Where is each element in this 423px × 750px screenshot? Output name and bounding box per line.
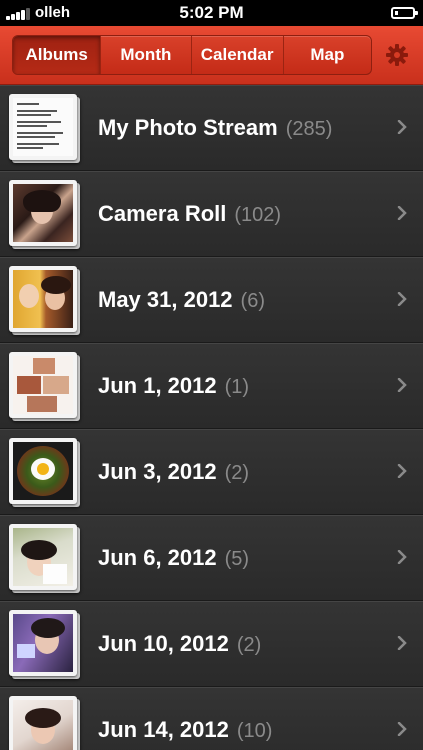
- album-count: (2): [236, 634, 262, 656]
- album-count: (10): [236, 720, 273, 742]
- album-thumbnail: [9, 524, 81, 593]
- photo-thumbnail-image: [13, 184, 73, 242]
- chevron-right-icon: [397, 464, 407, 478]
- chevron-right-icon: [397, 292, 407, 306]
- album-thumbnail: [9, 438, 81, 507]
- album-list: My Photo Stream (285) Camera Roll (102): [0, 85, 423, 750]
- chevron-right-icon: [397, 722, 407, 736]
- album-count: (5): [224, 548, 250, 570]
- album-row-may-31-2012[interactable]: May 31, 2012 (6): [0, 257, 423, 343]
- album-title: Jun 3, 2012: [98, 459, 217, 484]
- album-count: (6): [240, 290, 265, 312]
- view-segmented-control: Albums Month Calendar Map: [12, 35, 372, 75]
- chevron-right-icon: [397, 636, 407, 650]
- status-time: 5:02 PM: [179, 3, 244, 22]
- photo-thumbnail-image: [13, 528, 73, 586]
- photo-thumbnail-image: [13, 614, 73, 672]
- album-row-jun-3-2012[interactable]: Jun 3, 2012 (2): [0, 429, 423, 515]
- document-thumbnail-image: [13, 98, 73, 156]
- album-title: My Photo Stream: [98, 115, 278, 140]
- tab-month[interactable]: Month: [100, 36, 190, 74]
- album-thumbnail: [9, 610, 81, 679]
- gear-icon[interactable]: [385, 43, 409, 67]
- album-title: Jun 1, 2012: [98, 373, 217, 398]
- album-title: May 31, 2012: [98, 287, 233, 312]
- header: Albums Month Calendar Map: [0, 26, 423, 85]
- album-thumbnail: [9, 180, 81, 249]
- album-title: Jun 14, 2012: [98, 717, 229, 742]
- album-row-camera-roll[interactable]: Camera Roll (102): [0, 171, 423, 257]
- album-thumbnail: [9, 352, 81, 421]
- battery-level: [395, 11, 398, 15]
- album-title: Jun 6, 2012: [98, 545, 217, 570]
- album-row-jun-1-2012[interactable]: Jun 1, 2012 (1): [0, 343, 423, 429]
- album-thumbnail: [9, 696, 81, 750]
- food-thumbnail-image: [13, 442, 73, 500]
- chevron-right-icon: [397, 550, 407, 564]
- album-thumbnail: [9, 266, 81, 335]
- album-thumbnail: [9, 94, 81, 163]
- tab-map[interactable]: Map: [282, 36, 371, 74]
- album-count: (285): [285, 118, 333, 140]
- chevron-right-icon: [397, 206, 407, 220]
- chevron-right-icon: [397, 378, 407, 392]
- album-title: Jun 10, 2012: [98, 631, 229, 656]
- album-row-jun-10-2012[interactable]: Jun 10, 2012 (2): [0, 601, 423, 687]
- chevron-right-icon: [397, 120, 407, 134]
- screen: olleh 5:02 PM Albums Month Calendar Map: [0, 0, 423, 750]
- album-title: Camera Roll: [98, 201, 227, 226]
- album-count: (102): [234, 204, 282, 226]
- photo-thumbnail-image: [13, 270, 73, 328]
- album-row-my-photo-stream[interactable]: My Photo Stream (285): [0, 85, 423, 171]
- album-row-jun-14-2012[interactable]: Jun 14, 2012 (10): [0, 687, 423, 750]
- album-row-jun-6-2012[interactable]: Jun 6, 2012 (5): [0, 515, 423, 601]
- tab-calendar[interactable]: Calendar: [190, 36, 283, 74]
- tab-albums[interactable]: Albums: [13, 36, 101, 74]
- photo-thumbnail-image: [13, 700, 73, 750]
- album-count: (2): [224, 462, 250, 484]
- photo-thumbnail-image: [13, 356, 73, 414]
- battery-icon: [391, 7, 418, 19]
- album-count: (1): [224, 376, 250, 398]
- status-bar: olleh 5:02 PM: [0, 0, 423, 26]
